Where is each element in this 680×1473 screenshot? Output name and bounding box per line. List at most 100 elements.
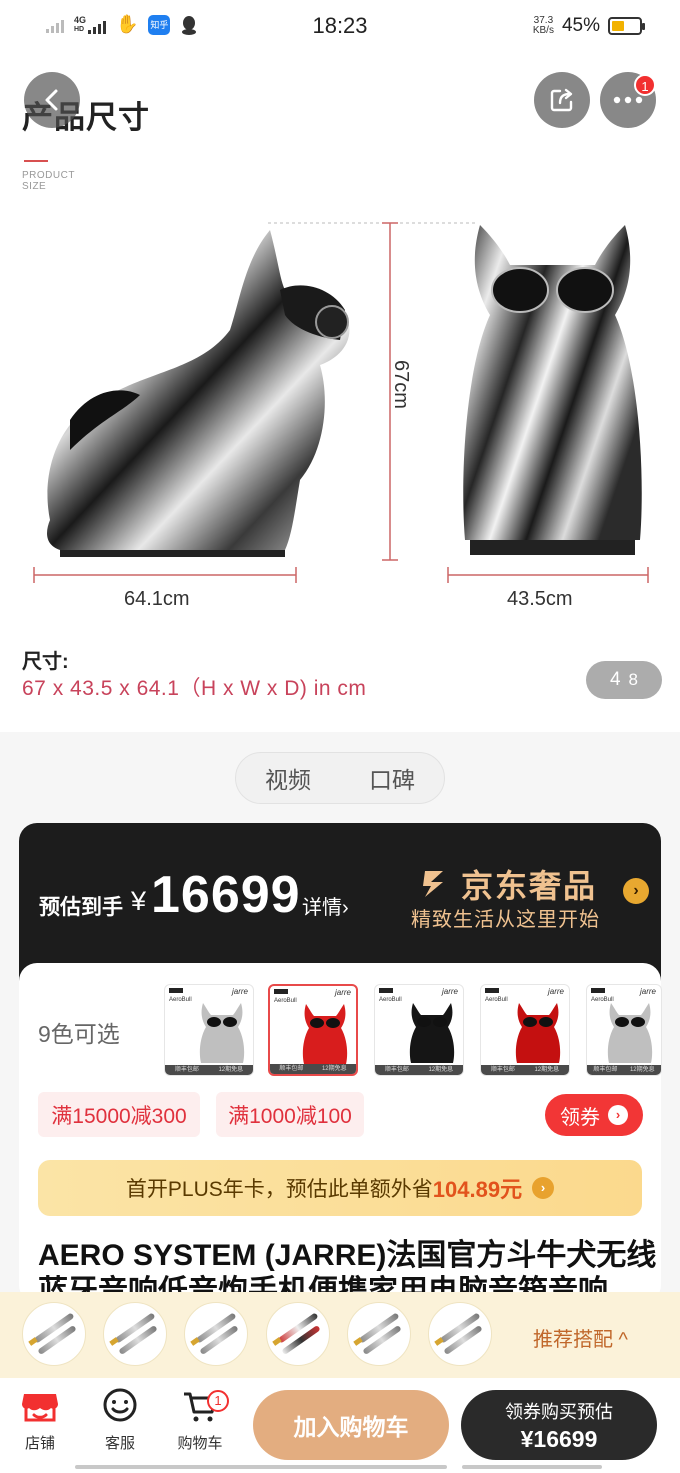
depth-measure-label: 64.1cm bbox=[124, 588, 190, 610]
coupon-1[interactable]: 满15000减300 bbox=[38, 1092, 200, 1137]
swatch-brand-bar bbox=[379, 988, 393, 993]
swatch-brand: jarre bbox=[639, 987, 656, 996]
variants-label[interactable]: 9色可选 bbox=[38, 1015, 120, 1049]
bulldog-speaker-thumbnail bbox=[199, 1003, 245, 1063]
jd-luxury-logo-icon bbox=[423, 871, 443, 897]
swatch-installment: 12期免息 bbox=[321, 1066, 347, 1072]
nav-cart-label: 购物车 bbox=[177, 1435, 223, 1452]
swatch-strip: 顺丰包邮 12期免息 bbox=[481, 1065, 569, 1075]
bulldog-speaker-thumbnail bbox=[515, 1003, 561, 1063]
recommend-toggle[interactable]: 推荐搭配 ^ bbox=[533, 1323, 628, 1352]
plug-tip-icon bbox=[109, 1337, 119, 1346]
image-pager: 4 8 bbox=[586, 661, 662, 699]
accessory-item[interactable] bbox=[347, 1302, 411, 1366]
status-bar: 4G HD ✋ 知乎 18:23 37.3 KB/s 45% bbox=[0, 0, 680, 54]
dimension-subtitle: PRODUCT SIZE bbox=[22, 170, 75, 192]
accessory-item[interactable] bbox=[266, 1302, 330, 1366]
add-to-cart-button[interactable]: 加入购物车 bbox=[253, 1390, 449, 1460]
bulldog-speaker-thumbnail bbox=[302, 1004, 348, 1064]
swatch-installment: 12期免息 bbox=[428, 1067, 454, 1073]
swatch-brand-bar bbox=[591, 988, 605, 993]
status-right: 37.3 KB/s 45% bbox=[533, 15, 645, 37]
swatch-shipping: 顺丰包邮 bbox=[174, 1067, 199, 1073]
accessory-item[interactable] bbox=[22, 1302, 86, 1366]
variant-swatch[interactable]: jarre AeroBull 顺丰包邮 12期免息 bbox=[374, 984, 464, 1076]
pager-total: 8 bbox=[628, 670, 639, 689]
swatch-title: AeroBull bbox=[274, 998, 297, 1004]
nav-service[interactable]: 客服 bbox=[90, 1388, 150, 1453]
title-accent-line bbox=[24, 160, 48, 162]
plus-promo-bar[interactable]: 首开PLUS年卡，预估此单额外省 104.89元 › bbox=[38, 1160, 642, 1216]
swatch-installment: 12期免息 bbox=[534, 1067, 560, 1073]
plus-promo-saving: 104.89元 bbox=[432, 1177, 523, 1202]
variant-swatch[interactable]: jarre AeroBull 顺丰包邮 12期免息 bbox=[268, 984, 358, 1076]
dimension-subtitle-line1: PRODUCT bbox=[22, 170, 75, 181]
swatch-brand: jarre bbox=[441, 987, 458, 996]
brand-name: 京东奢品 bbox=[461, 868, 598, 904]
back-arrow-icon bbox=[45, 89, 58, 111]
swatch-brand-bar bbox=[274, 989, 288, 994]
brand-slogan: 精致生活从这里开始 bbox=[411, 909, 600, 931]
swatch-strip: 顺丰包邮 12期免息 bbox=[375, 1065, 463, 1075]
coupon-2[interactable]: 满1000减100 bbox=[216, 1092, 364, 1137]
plug-tip-icon bbox=[28, 1337, 38, 1346]
brand-arrow-button[interactable]: › bbox=[623, 878, 649, 904]
accessory-item[interactable] bbox=[103, 1302, 167, 1366]
swatch-strip: 顺丰包邮 12期免息 bbox=[165, 1065, 253, 1075]
buy-now-button[interactable]: 领券购买预估 ¥16699 bbox=[461, 1390, 657, 1460]
buy-now-price: ¥16699 bbox=[520, 1425, 598, 1452]
gesture-bar bbox=[75, 1465, 447, 1469]
accessory-item[interactable] bbox=[428, 1302, 492, 1366]
back-button[interactable] bbox=[24, 72, 80, 128]
chevron-right-icon: › bbox=[532, 1177, 555, 1199]
swatch-brand: jarre bbox=[334, 988, 351, 997]
plug-tip-icon bbox=[272, 1337, 282, 1346]
nav-service-label: 客服 bbox=[104, 1435, 135, 1452]
height-measure-label: 67cm bbox=[390, 360, 412, 409]
swatch-shipping: 顺丰包邮 bbox=[279, 1066, 304, 1072]
share-button[interactable] bbox=[534, 72, 590, 128]
accessory-item[interactable] bbox=[184, 1302, 248, 1366]
tab-reviews[interactable]: 口碑 bbox=[369, 761, 415, 795]
variant-swatch[interactable]: jarre AeroBull 顺丰包邮 12期免息 bbox=[164, 984, 254, 1076]
battery-percent: 45% bbox=[561, 15, 600, 36]
more-dots-icon bbox=[613, 96, 643, 104]
swatch-installment: 12期免息 bbox=[629, 1067, 655, 1073]
chat-icon bbox=[100, 1388, 140, 1424]
store-icon bbox=[20, 1388, 60, 1424]
width-measure-label: 43.5cm bbox=[507, 588, 573, 610]
nav-store-label: 店铺 bbox=[24, 1435, 55, 1452]
product-detail-page: 4G HD ✋ 知乎 18:23 37.3 KB/s 45% 产品尺寸 PROD… bbox=[0, 0, 680, 1473]
variant-swatch[interactable]: jarre AeroBull 顺丰包邮 12期免息 bbox=[586, 984, 662, 1076]
bulldog-speaker-thumbnail bbox=[607, 1003, 653, 1063]
pager-current: 4 bbox=[609, 669, 621, 690]
claim-coupon-button[interactable]: 领券 › bbox=[545, 1094, 643, 1136]
dimension-subtitle-line2: SIZE bbox=[22, 181, 47, 192]
swatch-brand-bar bbox=[485, 988, 499, 993]
price-amount: 16699 bbox=[151, 866, 301, 924]
claim-coupon-label: 领券 bbox=[560, 1106, 600, 1129]
nav-store[interactable]: 店铺 bbox=[10, 1388, 70, 1453]
swatch-installment: 12期免息 bbox=[218, 1067, 244, 1073]
cart-badge: 1 bbox=[207, 1390, 229, 1412]
variant-swatch[interactable]: jarre AeroBull 顺丰包邮 12期免息 bbox=[480, 984, 570, 1076]
plug-tip-icon bbox=[190, 1337, 200, 1346]
buy-now-line1: 领券购买预估 bbox=[505, 1401, 613, 1422]
bulldog-speaker-thumbnail bbox=[409, 1003, 455, 1063]
battery-icon bbox=[608, 17, 645, 35]
tab-video[interactable]: 视频 bbox=[265, 761, 311, 795]
swatch-strip: 顺丰包邮 12期免息 bbox=[587, 1065, 661, 1075]
more-badge: 1 bbox=[634, 74, 656, 96]
price-detail-link[interactable]: 详情› bbox=[302, 891, 349, 920]
swatch-title: AeroBull bbox=[169, 997, 192, 1003]
plug-tip-icon bbox=[353, 1337, 363, 1346]
estimated-price-label: 预估到手 bbox=[39, 896, 123, 919]
price-currency: ¥ bbox=[131, 886, 147, 916]
swatch-strip: 顺丰包邮 12期免息 bbox=[270, 1064, 356, 1074]
plug-tip-icon bbox=[434, 1337, 444, 1346]
media-tabs: 视频 口碑 bbox=[235, 752, 445, 804]
measurement-lines bbox=[33, 222, 649, 583]
net-speed: 37.3 KB/s bbox=[533, 16, 554, 36]
swatch-shipping: 顺丰包邮 bbox=[593, 1067, 618, 1073]
net-speed-unit: KB/s bbox=[532, 25, 554, 36]
